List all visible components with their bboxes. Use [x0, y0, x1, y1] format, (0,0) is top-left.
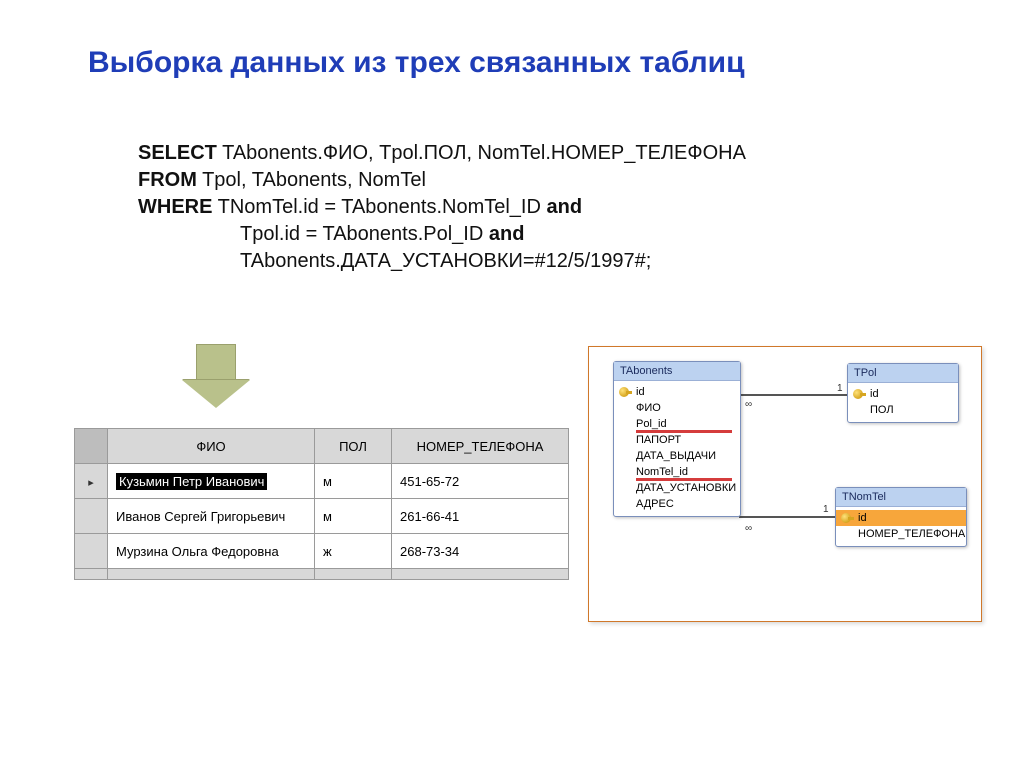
- kw-select: SELECT: [138, 142, 217, 164]
- col-fio: ФИО: [108, 429, 315, 464]
- field: АДРЕС: [614, 496, 740, 512]
- field-key-highlight: id: [836, 510, 966, 526]
- cell: ж: [315, 534, 392, 569]
- row-pointer-icon: [75, 464, 108, 499]
- cell: 261-66-41: [392, 499, 569, 534]
- table-box-tpol: TPol id ПОЛ: [847, 363, 959, 423]
- field: ДАТА_УСТАНОВКИ: [614, 480, 740, 496]
- field-fk: NomTel_id: [614, 464, 740, 480]
- arrow-down-icon: [182, 344, 250, 408]
- row-selector-header: [75, 429, 108, 464]
- col-pol: ПОЛ: [315, 429, 392, 464]
- table-trailing-row: [75, 569, 569, 580]
- card-one: 1: [823, 504, 829, 515]
- sql-cond2: Tpol.id = TAbonents.Pol_ID: [240, 223, 489, 245]
- table-row: Кузьмин Петр Иванович м 451-65-72: [75, 464, 569, 499]
- table-box-tabonents: TAbonents id ФИО Pol_id ПАПОРТ ДАТА_ВЫДА…: [613, 361, 741, 517]
- card-many: ∞: [745, 399, 752, 410]
- selected-cell: Кузьмин Петр Иванович: [116, 473, 267, 490]
- kw-where: WHERE: [138, 196, 212, 218]
- cell: м: [315, 499, 392, 534]
- table-box-tnomtel: TNomTel id НОМЕР_ТЕЛЕФОНА: [835, 487, 967, 547]
- field-fk: Pol_id: [614, 416, 740, 432]
- kw-from: FROM: [138, 169, 197, 191]
- cell: 268-73-34: [392, 534, 569, 569]
- field: ПАПОРТ: [614, 432, 740, 448]
- field: ФИО: [614, 400, 740, 416]
- tbl-title: TAbonents: [614, 362, 740, 381]
- sql-select-fields: TAbonents.ФИО, Tpol.ПОЛ, NomTel.НОМЕР_ТЕ…: [217, 142, 746, 164]
- sql-query: SELECT TAbonents.ФИО, Tpol.ПОЛ, NomTel.Н…: [138, 140, 964, 275]
- cell: Мурзина Ольга Федоровна: [108, 534, 315, 569]
- field: НОМЕР_ТЕЛЕФОНА: [836, 526, 966, 542]
- card-many: ∞: [745, 523, 752, 534]
- field: ПОЛ: [848, 402, 958, 418]
- card-one: 1: [837, 383, 843, 394]
- result-table: ФИО ПОЛ НОМЕР_ТЕЛЕФОНА Кузьмин Петр Иван…: [74, 428, 569, 580]
- col-tel: НОМЕР_ТЕЛЕФОНА: [392, 429, 569, 464]
- tbl-title: TPol: [848, 364, 958, 383]
- table-row: Мурзина Ольга Федоровна ж 268-73-34: [75, 534, 569, 569]
- table-row: Иванов Сергей Григорьевич м 261-66-41: [75, 499, 569, 534]
- cell: 451-65-72: [392, 464, 569, 499]
- cell: Иванов Сергей Григорьевич: [108, 499, 315, 534]
- field-key: id: [848, 386, 958, 402]
- schema-diagram: 1 ∞ 1 ∞ TAbonents id ФИО Pol_id ПАПОРТ Д…: [588, 346, 982, 622]
- kw-and2: and: [489, 223, 525, 245]
- field-key: id: [614, 384, 740, 400]
- cell: м: [315, 464, 392, 499]
- sql-from-tables: Tpol, TAbonents, NomTel: [197, 169, 426, 191]
- slide-title: Выборка данных из трех связанных таблиц: [88, 46, 964, 80]
- field: ДАТА_ВЫДАЧИ: [614, 448, 740, 464]
- kw-and1: and: [547, 196, 583, 218]
- tbl-title: TNomTel: [836, 488, 966, 507]
- sql-cond3: TAbonents.ДАТА_УСТАНОВКИ=#12/5/1997#;: [240, 250, 651, 272]
- sql-cond1: TNomTel.id = TAbonents.NomTel_ID: [212, 196, 546, 218]
